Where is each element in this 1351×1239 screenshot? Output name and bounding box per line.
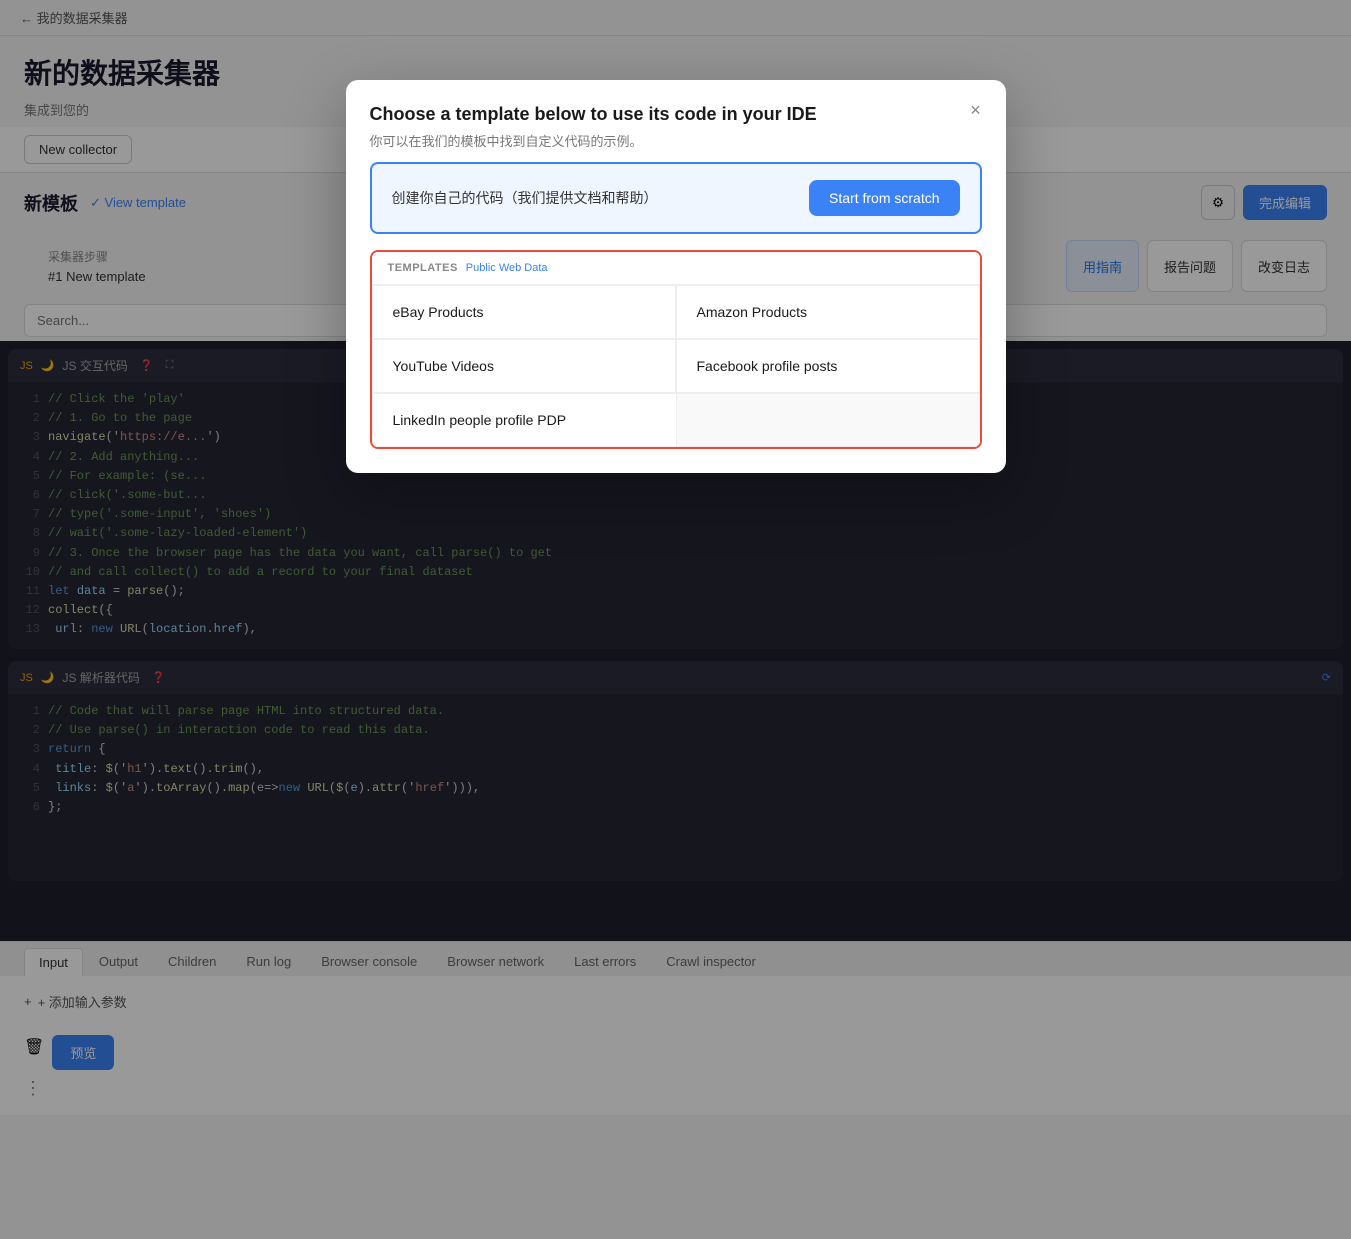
templates-section: TEMPLATES Public Web Data eBay Products … <box>370 250 982 449</box>
modal-header: Choose a template below to use its code … <box>346 80 1006 162</box>
start-from-scratch-button[interactable]: Start from scratch <box>809 180 959 216</box>
templates-grid: eBay Products Amazon Products YouTube Vi… <box>372 285 980 447</box>
modal-subtitle: 你可以在我们的模板中找到自定义代码的示例。 <box>370 131 982 150</box>
template-ebay-products[interactable]: eBay Products <box>372 285 676 339</box>
scratch-box: 创建你自己的代码（我们提供文档和帮助） Start from scratch <box>370 162 982 234</box>
templates-tag: Public Web Data <box>466 262 548 274</box>
modal-body: 创建你自己的代码（我们提供文档和帮助） Start from scratch T… <box>346 162 1006 473</box>
template-linkedin-pdp[interactable]: LinkedIn people profile PDP <box>372 393 676 447</box>
templates-header: TEMPLATES Public Web Data <box>372 252 980 285</box>
scratch-text: 创建你自己的代码（我们提供文档和帮助） <box>392 188 658 208</box>
modal-overlay: Choose a template below to use its code … <box>0 0 1351 1239</box>
template-modal: Choose a template below to use its code … <box>346 80 1006 473</box>
templates-label: TEMPLATES <box>388 262 458 274</box>
template-empty-slot <box>676 393 980 447</box>
modal-close-button[interactable]: × <box>962 96 990 124</box>
template-facebook-posts[interactable]: Facebook profile posts <box>676 339 980 393</box>
template-amazon-products[interactable]: Amazon Products <box>676 285 980 339</box>
template-youtube-videos[interactable]: YouTube Videos <box>372 339 676 393</box>
modal-title: Choose a template below to use its code … <box>370 104 982 125</box>
